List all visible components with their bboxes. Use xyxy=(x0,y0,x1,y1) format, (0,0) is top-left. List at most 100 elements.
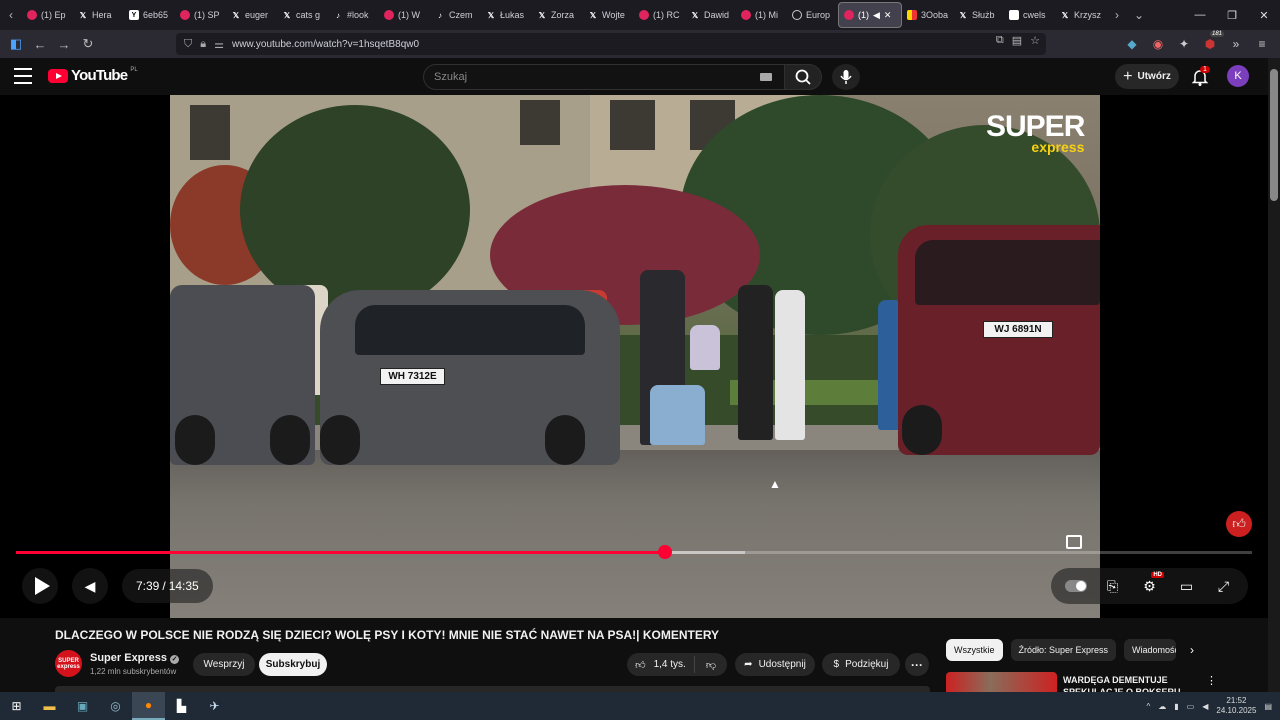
firefox-icon[interactable]: ● xyxy=(132,692,165,720)
vpn-icon[interactable]: ◆ xyxy=(1122,33,1142,55)
recommended-title[interactable]: WARDĘGA DEMENTUJE SPEKULACJE O BOKSERU xyxy=(1063,674,1188,692)
browser-tab[interactable]: 𝕏 Krzysz xyxy=(1055,2,1106,28)
mic-tray-icon[interactable]: ▮ xyxy=(1174,702,1178,711)
play-button[interactable] xyxy=(22,568,58,604)
browser-tab[interactable]: 𝕏cats g xyxy=(277,2,328,28)
browser-tab[interactable]: 𝕏 Wojte xyxy=(583,2,634,28)
settings-button[interactable]: ⚙ HD xyxy=(1131,568,1168,604)
browser-tab[interactable]: 𝕏euger xyxy=(226,2,277,28)
start-icon[interactable]: ⊞ xyxy=(0,692,33,720)
chip-news[interactable]: Wiadomości xyxy=(1124,639,1177,661)
file-explorer-icon[interactable]: ▬ xyxy=(33,692,66,720)
browser-tab[interactable]: 𝕏 Zorza xyxy=(532,2,583,28)
shield-icon[interactable]: ⛉ xyxy=(184,38,192,51)
account-avatar[interactable]: K xyxy=(1227,65,1249,87)
back-icon[interactable]: ← xyxy=(28,32,52,56)
bookmark-star-icon[interactable]: ☆ xyxy=(1030,34,1040,47)
floating-like-icon[interactable]: 👍︎ xyxy=(1226,511,1252,537)
tray-overflow-icon[interactable]: ^ xyxy=(1147,702,1151,711)
browser-tab[interactable]: Y 6eb65 xyxy=(124,2,175,28)
more-actions-icon[interactable]: ··· xyxy=(905,653,929,676)
dislike-button[interactable]: 👎︎ xyxy=(695,659,727,671)
chip-source[interactable]: Źródło: Super Express xyxy=(1010,639,1117,661)
tab-scroll-right-icon[interactable]: › xyxy=(1106,0,1128,30)
browser-tab[interactable]: (1) W xyxy=(379,2,430,28)
channel-name[interactable]: Super Express ✓ xyxy=(90,652,180,664)
browser-tab[interactable]: (1) RC xyxy=(634,2,685,28)
youtube-logo[interactable]: YouTube PL xyxy=(48,67,138,84)
search-input[interactable]: Szukaj xyxy=(423,64,785,90)
steam-icon[interactable]: ◎ xyxy=(99,692,132,720)
video-frame[interactable]: WH 7312E WJ 6891N SUPER express xyxy=(170,95,1100,618)
recommended-menu-icon[interactable]: ⋮ xyxy=(1206,674,1217,687)
notifications-icon[interactable]: ▤ xyxy=(1264,702,1272,711)
tab-list-dropdown-icon[interactable]: ⌄ xyxy=(1128,0,1150,30)
tab-audio-icon[interactable]: ◀︎ xyxy=(873,10,880,21)
mute-button[interactable]: ◀︎ xyxy=(72,568,108,604)
subtitles-button[interactable]: ⎘ xyxy=(1094,568,1131,604)
chip-all[interactable]: Wszystkie xyxy=(946,639,1003,661)
scrollbar-thumb[interactable] xyxy=(1270,69,1278,201)
support-button[interactable]: Wesprzyj xyxy=(193,653,255,676)
browser-tab[interactable]: 𝕏 Hera xyxy=(73,2,124,28)
ublock-icon[interactable]: ⬢ 181 xyxy=(1200,31,1224,55)
close-window-icon[interactable]: ✕ xyxy=(1248,0,1280,30)
browser-tab[interactable]: (1) SP xyxy=(175,2,226,28)
menu-icon[interactable]: ≡ xyxy=(1252,33,1272,55)
browser-tab[interactable]: 𝕏 Dawid xyxy=(685,2,736,28)
miniplayer-expand-icon[interactable] xyxy=(1066,535,1082,549)
thanks-button[interactable]: $ Podziękuj xyxy=(822,653,900,676)
channel-name-text[interactable]: Super Express xyxy=(90,652,167,664)
create-button[interactable]: + Utwórz xyxy=(1115,64,1179,89)
clock[interactable]: 21:52 24.10.2025 xyxy=(1216,696,1256,716)
forward-icon[interactable]: → xyxy=(52,32,76,56)
extension-fox-icon[interactable]: ◉ xyxy=(1148,33,1168,55)
browser-tab[interactable]: (1) Mi xyxy=(736,2,787,28)
autoplay-toggle[interactable] xyxy=(1057,568,1094,604)
tab-label: Krzysz xyxy=(1074,10,1101,20)
permissions-icon[interactable]: ⚌ xyxy=(214,38,224,51)
sidebar-toggle-icon[interactable]: ◧ xyxy=(4,32,28,56)
share-button[interactable]: ➦ Udostępnij xyxy=(735,653,815,676)
tab-close-icon[interactable]: ✕ xyxy=(884,10,892,21)
extensions-icon[interactable]: ✦ xyxy=(1174,33,1194,55)
restore-icon[interactable]: ❐ xyxy=(1216,0,1248,30)
lock-icon[interactable]: 🔒︎ xyxy=(200,38,206,51)
scrubber-handle[interactable] xyxy=(657,545,672,559)
minimize-icon[interactable]: — xyxy=(1184,0,1216,30)
keyboard-icon[interactable] xyxy=(760,73,772,81)
notion-icon[interactable]: ▙ xyxy=(165,692,198,720)
reload-icon[interactable]: ↻ xyxy=(76,32,100,56)
tab-scroll-left-icon[interactable]: ‹ xyxy=(0,0,22,30)
speaker-icon[interactable]: ◀︎ xyxy=(1202,702,1208,711)
guide-menu-icon[interactable] xyxy=(14,68,32,84)
browser-tab[interactable]: Europ xyxy=(787,2,838,28)
channel-avatar[interactable]: SUPER express xyxy=(55,650,82,677)
address-bar[interactable]: ⛉ 🔒︎ ⚌ www.youtube.com/watch?v=1hsqetB8q… xyxy=(176,33,1046,55)
recommended-thumbnail[interactable] xyxy=(946,672,1057,692)
video-player[interactable]: WH 7312E WJ 6891N SUPER express ▲ 👍︎ ◀︎ … xyxy=(0,95,1268,618)
browser-tab[interactable]: 3Ooba xyxy=(902,2,953,28)
subscribe-button[interactable]: Subskrybuj xyxy=(259,653,327,676)
chips-next-icon[interactable]: › xyxy=(1190,643,1194,657)
browser-tab[interactable]: (1) Ep xyxy=(22,2,73,28)
onedrive-icon[interactable]: ☁ xyxy=(1158,702,1166,711)
browser-tab[interactable]: 𝕏 Łukas xyxy=(481,2,532,28)
theater-mode-button[interactable]: ▭ xyxy=(1168,568,1205,604)
network-icon[interactable]: ▭ xyxy=(1187,702,1195,711)
url-text[interactable]: www.youtube.com/watch?v=1hsqetB8qw0 xyxy=(232,39,419,50)
browser-tab[interactable]: (1) ◀︎ ✕ xyxy=(838,2,902,28)
overflow-icon[interactable]: » xyxy=(1226,33,1246,55)
browser-tab[interactable]: 𝕏 Służb xyxy=(953,2,1004,28)
browser-tab[interactable]: cwels xyxy=(1004,2,1055,28)
browser-tab[interactable]: ♪ #look xyxy=(328,2,379,28)
voice-search-button[interactable] xyxy=(832,64,860,90)
fullscreen-button[interactable]: ⤢ xyxy=(1205,568,1242,604)
app-icon[interactable]: ✈ xyxy=(198,692,231,720)
browser-tab[interactable]: ♪ Czem xyxy=(430,2,481,28)
remote-desktop-icon[interactable]: ▣ xyxy=(66,692,99,720)
reader-icon[interactable]: ▤ xyxy=(1012,34,1022,47)
search-button[interactable] xyxy=(784,64,822,90)
pip-icon[interactable]: ⧉ xyxy=(996,34,1004,47)
like-button[interactable]: 👍︎ 1,4 tys. xyxy=(627,656,695,673)
